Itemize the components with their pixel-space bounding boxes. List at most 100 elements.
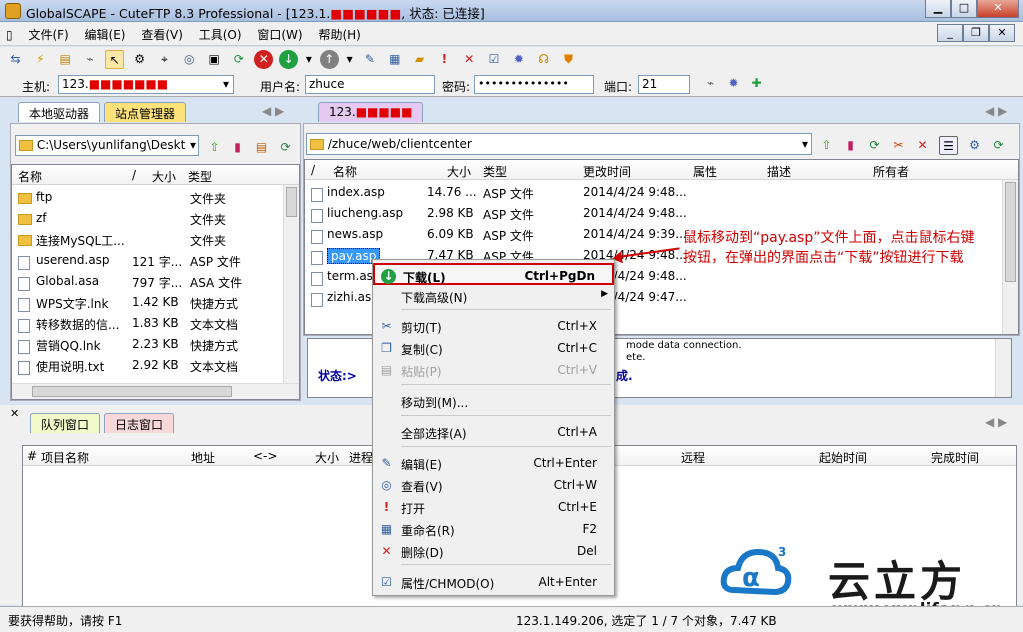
connect-plug-icon[interactable]: ⌁ [701, 74, 720, 93]
close-button[interactable]: ✕ [977, 0, 1019, 18]
tab-site-manager[interactable]: 站点管理器 [104, 102, 187, 122]
list-item[interactable]: Global.asa 797 字... ASA 文件 [14, 271, 284, 292]
list-item[interactable]: ftp 文件夹 [14, 187, 284, 208]
exec-icon[interactable]: ! [435, 50, 454, 69]
lock-icon[interactable]: ▣ [205, 50, 224, 69]
col-type[interactable]: 类型 [188, 168, 212, 185]
col-description[interactable]: 描述 [767, 163, 791, 180]
col-end-time[interactable]: 完成时间 [931, 449, 979, 466]
col-attributes[interactable]: 属性 [693, 163, 717, 180]
list-item[interactable]: WPS文字.lnk 1.42 KB 快捷方式 [14, 292, 284, 313]
remote-vscroll[interactable] [1002, 180, 1018, 334]
list-item[interactable]: 营销QQ.lnk 2.23 KB 快捷方式 [14, 334, 284, 355]
tab-remote-site[interactable]: 123.■■■■■ [318, 102, 424, 122]
list-item[interactable]: 使用说明.txt 2.92 KB 文本文档 [14, 355, 284, 376]
col-owner[interactable]: 所有者 [873, 163, 909, 180]
menu-item[interactable]: ! 打开 Ctrl+E [373, 496, 614, 518]
close-panel-icon[interactable]: ✕ [10, 407, 19, 420]
open-folder-icon[interactable]: ▰ [410, 50, 429, 69]
delete-icon[interactable]: ✕ [460, 50, 479, 69]
refresh-local-icon[interactable]: ⟳ [276, 138, 295, 157]
connect-icon[interactable]: ⇆ [6, 50, 25, 69]
tab-queue-window[interactable]: 队列窗口 [30, 413, 101, 433]
local-vscroll[interactable] [283, 185, 299, 383]
menu-tools[interactable]: 工具(O) [193, 22, 248, 47]
list-item[interactable]: 转移数据的信... 1.83 KB 文本文档 [14, 313, 284, 334]
col-size[interactable]: 大小 [447, 163, 471, 180]
filter-icon[interactable]: ✂ [889, 136, 908, 155]
list-item[interactable]: zf 文件夹 [14, 208, 284, 229]
add-site-icon[interactable]: ✚ [747, 74, 766, 93]
stop-icon[interactable]: ✕ [254, 50, 274, 69]
shield-icon[interactable]: ⛊ [559, 50, 578, 69]
col-address[interactable]: 地址 [191, 449, 215, 466]
list-item[interactable]: userend.asp 121 字... ASP 文件 [14, 250, 284, 271]
menu-item[interactable]: ✎ 编辑(E) Ctrl+Enter [373, 452, 614, 474]
menu-item[interactable]: ✕ 删除(D) Del [373, 540, 614, 562]
menu-window[interactable]: 窗口(W) [251, 22, 308, 47]
bookmark-icon[interactable]: ▮ [841, 136, 860, 155]
right-tabs-scroll[interactable]: ◀ ▶ [985, 104, 1007, 118]
menu-item[interactable]: ☑ 属性/CHMOD(O) Alt+Enter [373, 571, 614, 593]
menu-item[interactable]: ▦ 重命名(R) F2 [373, 518, 614, 540]
new-site-icon[interactable]: ▤ [56, 50, 75, 69]
pointer-icon[interactable]: ↖ [105, 50, 125, 69]
remote-path-field[interactable]: /zhuce/web/clientcenter ▾ [306, 133, 812, 155]
upload-icon[interactable]: ↑ [319, 50, 339, 69]
dropdown-icon[interactable]: ▾ [304, 50, 314, 69]
menu-item[interactable]: 移动到(M)... [373, 390, 614, 412]
menu-view[interactable]: 查看(V) [135, 22, 189, 47]
table-row[interactable]: index.asp 14.76 ... ASP 文件 2014/4/24 9:48..… [307, 182, 997, 203]
menu-item[interactable]: ✂ 剪切(T) Ctrl+X [373, 315, 614, 337]
port-field[interactable]: 21 [638, 75, 690, 94]
filter-icon[interactable]: ⌖ [155, 50, 174, 69]
log-vscroll[interactable] [995, 339, 1011, 397]
table-row[interactable]: liucheng.asp 2.98 KB ASP 文件 2014/4/24 9:48.… [307, 203, 997, 224]
col-type[interactable]: 类型 [483, 163, 507, 180]
minimize-button[interactable]: ▁ [925, 0, 951, 18]
refresh-icon[interactable]: ⟳ [989, 136, 1008, 155]
list-item[interactable]: 连接MySQL工... 文件夹 [14, 229, 284, 250]
col-progress[interactable]: 进程 [349, 449, 373, 466]
bookmark-icon[interactable]: ▮ [228, 138, 247, 157]
mdi-close-button[interactable]: ✕ [989, 24, 1015, 42]
col-modified[interactable]: 更改时间 [583, 163, 631, 180]
up-folder-icon[interactable]: ⇧ [205, 138, 224, 157]
menu-item[interactable]: 下载高级(N) ▶ [373, 285, 614, 307]
col-remote[interactable]: 远程 [681, 449, 705, 466]
view-icon[interactable]: ▦ [385, 50, 404, 69]
tabs-scroll-arrows[interactable]: ◀ ▶ [262, 104, 284, 118]
new-folder-icon[interactable]: ▤ [252, 138, 271, 157]
col-size[interactable]: 大小 [315, 449, 339, 466]
tab-local-drives[interactable]: 本地驱动器 [18, 102, 101, 122]
settings-icon[interactable]: ✹ [509, 50, 528, 69]
local-hscroll[interactable] [12, 383, 299, 399]
col-size[interactable]: 大小 [152, 168, 176, 185]
local-path-field[interactable]: C:\Users\yunlifang\Deskt ▾ [15, 135, 199, 156]
search-icon[interactable]: ⚙ [130, 50, 149, 69]
mdi-minimize-button[interactable]: _ [937, 24, 963, 42]
maximize-button[interactable]: □ [951, 0, 977, 18]
menu-file[interactable]: 文件(F) [22, 22, 74, 47]
col-start-time[interactable]: 起始时间 [819, 449, 867, 466]
col-name[interactable]: 名称 [18, 168, 42, 185]
help-icon[interactable]: ☊ [534, 50, 553, 69]
refresh-remote-icon[interactable]: ⟳ [865, 136, 884, 155]
disconnect-icon[interactable]: ⌁ [80, 50, 99, 69]
properties-icon[interactable]: ⚙ [965, 136, 984, 155]
settings-icon-2[interactable]: ✹ [724, 74, 743, 93]
edit-icon[interactable]: ✎ [360, 50, 379, 69]
binoculars-icon[interactable]: ◎ [180, 50, 199, 69]
menu-edit[interactable]: 编辑(E) [79, 22, 132, 47]
up-folder-icon[interactable]: ⇧ [817, 136, 836, 155]
host-field[interactable]: 123.■■■■■■■ ▾ [58, 75, 234, 94]
tab-log-window[interactable]: 日志窗口 [104, 413, 175, 433]
view-mode-icon[interactable]: ☰ [939, 136, 958, 155]
username-field[interactable]: zhuce [305, 75, 435, 94]
mdi-restore-button[interactable]: ❐ [963, 24, 989, 42]
menu-item[interactable]: ▤ 粘贴(P) Ctrl+V [373, 359, 614, 381]
queue-tabs-scroll[interactable]: ◀ ▶ [985, 415, 1007, 429]
refresh-icon[interactable]: ⟳ [229, 50, 248, 69]
menu-item[interactable]: ↓ 下载(L) Ctrl+PgDn [373, 263, 614, 285]
col-item-name[interactable]: 项目名称 [41, 449, 89, 466]
